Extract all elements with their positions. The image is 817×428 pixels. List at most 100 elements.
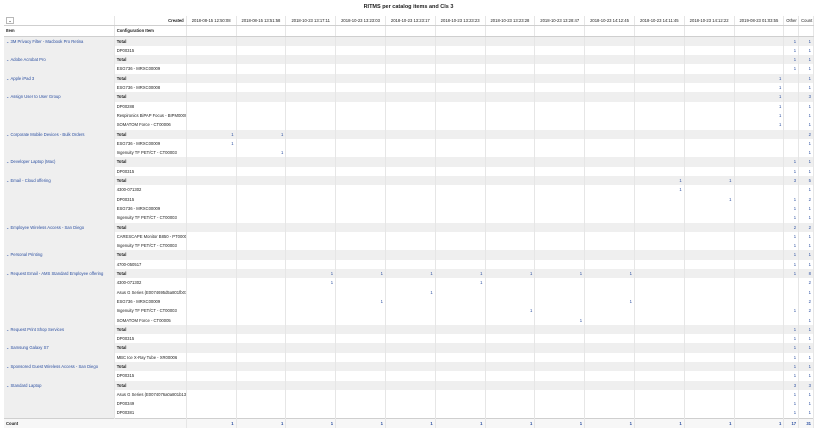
other-cell[interactable]: 1 bbox=[783, 324, 800, 335]
value-cell[interactable]: 1 bbox=[236, 148, 287, 158]
other-cell[interactable]: 1 bbox=[783, 343, 800, 353]
catalog-item-cell[interactable]: ⌄Sponsored Guest Wireless Access - San D… bbox=[4, 361, 115, 381]
count-cell[interactable]: 2 bbox=[798, 278, 814, 288]
catalog-item-cell[interactable]: ⌄Request Print Shop Services bbox=[4, 324, 115, 344]
value-cell[interactable]: 1 bbox=[684, 176, 735, 186]
catalog-item-link[interactable]: Request Email - AMS Standard Employee of… bbox=[11, 271, 104, 276]
date-column-header[interactable]: 2019-08-23 01:03:55 bbox=[734, 16, 785, 27]
count-cell[interactable]: 1 bbox=[798, 287, 814, 297]
other-cell[interactable]: 1 bbox=[783, 389, 800, 400]
date-column-header[interactable]: 2018-10-23 13:23:23 bbox=[435, 16, 486, 27]
count-cell[interactable]: 1 bbox=[798, 315, 814, 325]
chevron-down-icon[interactable]: ⌄ bbox=[6, 178, 10, 183]
value-cell[interactable]: 1 bbox=[335, 296, 386, 307]
catalog-item-link[interactable]: Adobe Acrobat Pro bbox=[11, 57, 46, 62]
catalog-item-cell[interactable]: ⌄Employee Wireless Access - San Diego bbox=[4, 222, 115, 251]
count-cell[interactable]: 8 bbox=[798, 269, 814, 279]
count-cell[interactable]: 1 bbox=[798, 408, 814, 419]
value-cell[interactable]: 1 bbox=[435, 278, 486, 288]
date-column-header[interactable]: 2018-10-23 13:23:03 bbox=[335, 16, 386, 27]
other-cell[interactable]: 3 bbox=[783, 176, 800, 186]
item-header[interactable]: Item bbox=[4, 25, 115, 37]
other-cell[interactable]: 1 bbox=[783, 203, 800, 214]
value-cell[interactable]: 1 bbox=[734, 101, 785, 111]
other-cell[interactable]: 1 bbox=[783, 334, 800, 344]
date-column-header[interactable]: 2018-10-23 14:11:45 bbox=[634, 16, 685, 27]
value-cell[interactable]: 1 bbox=[734, 73, 785, 84]
value-cell[interactable]: 1 bbox=[734, 110, 785, 121]
other-cell[interactable]: 1 bbox=[783, 306, 800, 316]
count-cell[interactable]: 1 bbox=[798, 213, 814, 223]
other-column-header[interactable]: Other bbox=[783, 16, 800, 27]
count-cell[interactable]: 1 bbox=[798, 334, 814, 344]
value-cell[interactable]: 1 bbox=[634, 176, 685, 186]
catalog-item-link[interactable]: Sponsored Guest Wireless Access - San Di… bbox=[11, 364, 99, 369]
chevron-down-icon[interactable]: ⌄ bbox=[6, 76, 10, 81]
other-cell[interactable]: 1 bbox=[783, 55, 800, 65]
catalog-item-cell[interactable]: ⌄Assign User to User Group bbox=[4, 92, 115, 130]
other-cell[interactable]: 1 bbox=[783, 371, 800, 381]
chevron-down-icon[interactable]: ⌄ bbox=[6, 327, 10, 332]
chevron-down-icon[interactable]: ⌄ bbox=[6, 271, 10, 276]
count-cell[interactable]: 1 bbox=[798, 343, 814, 353]
catalog-item-cell[interactable]: ⌄Apple iPad 3 bbox=[4, 73, 115, 93]
count-cell[interactable]: 2 bbox=[798, 222, 814, 232]
count-cell[interactable]: 5 bbox=[798, 176, 814, 186]
other-cell[interactable]: 1 bbox=[783, 352, 800, 362]
count-cell[interactable]: 2 bbox=[798, 129, 814, 139]
catalog-item-cell[interactable]: ⌄3M Privacy Filter - Macbook Pro Retina bbox=[4, 36, 115, 56]
count-cell[interactable]: 1 bbox=[798, 157, 814, 167]
chevron-down-icon[interactable]: ⌄ bbox=[6, 383, 10, 388]
configuration-item-header[interactable]: Configuration Item bbox=[114, 25, 187, 37]
count-cell[interactable]: 1 bbox=[798, 64, 814, 74]
catalog-item-cell[interactable]: ⌄Standard Laptop bbox=[4, 380, 115, 419]
catalog-item-link[interactable]: 3M Privacy Filter - Macbook Pro Retina bbox=[11, 39, 84, 44]
other-cell[interactable]: 1 bbox=[783, 157, 800, 167]
chevron-down-icon[interactable]: ⌄ bbox=[6, 252, 10, 257]
catalog-item-cell[interactable]: ⌄Samsung Galaxy S7 bbox=[4, 343, 115, 362]
chevron-down-icon[interactable]: ⌄ bbox=[6, 132, 10, 137]
value-cell[interactable]: 1 bbox=[485, 306, 536, 316]
catalog-item-link[interactable]: Request Print Shop Services bbox=[11, 327, 65, 332]
catalog-item-cell[interactable]: ⌄Personal Printing bbox=[4, 250, 115, 270]
value-cell[interactable]: 1 bbox=[335, 269, 386, 279]
catalog-item-link[interactable]: Samsung Galaxy S7 bbox=[11, 345, 49, 350]
value-cell[interactable]: 1 bbox=[285, 278, 337, 288]
date-column-header[interactable]: 2018-10-23 13:23:28 bbox=[485, 16, 536, 27]
value-cell[interactable]: 1 bbox=[684, 194, 735, 204]
count-cell[interactable]: 2 bbox=[798, 306, 814, 316]
count-cell[interactable]: 1 bbox=[798, 371, 814, 381]
date-column-header[interactable]: 2018-08-15 12:50:08 bbox=[186, 16, 237, 27]
created-header[interactable]: Created bbox=[114, 16, 187, 27]
count-cell[interactable]: 1 bbox=[798, 83, 814, 93]
count-cell[interactable]: 1 bbox=[798, 36, 814, 46]
other-cell[interactable]: 1 bbox=[783, 269, 800, 279]
catalog-item-cell[interactable]: ⌄Adobe Acrobat Pro bbox=[4, 55, 115, 74]
count-cell[interactable]: 1 bbox=[798, 55, 814, 65]
other-cell[interactable]: 1 bbox=[783, 399, 800, 409]
other-cell[interactable]: 1 bbox=[783, 231, 800, 242]
value-cell[interactable]: 1 bbox=[584, 269, 635, 279]
date-column-header[interactable]: 2018-10-23 14:12:22 bbox=[684, 16, 735, 27]
value-cell[interactable]: 1 bbox=[634, 185, 685, 195]
value-cell[interactable]: 1 bbox=[734, 83, 785, 93]
catalog-item-link[interactable]: Personal Printing bbox=[11, 252, 43, 257]
catalog-item-link[interactable]: Assign User to User Group bbox=[11, 94, 61, 99]
other-cell[interactable]: 1 bbox=[783, 241, 800, 251]
count-cell[interactable]: 1 bbox=[798, 241, 814, 251]
chevron-down-icon[interactable]: ⌄ bbox=[6, 364, 10, 369]
count-column-header[interactable]: Count bbox=[798, 16, 814, 27]
count-cell[interactable]: 1 bbox=[798, 259, 814, 270]
count-cell[interactable]: 1 bbox=[798, 110, 814, 121]
other-cell[interactable]: 1 bbox=[783, 361, 800, 372]
count-cell[interactable]: 1 bbox=[798, 361, 814, 372]
chevron-down-icon[interactable]: ⌄ bbox=[6, 39, 10, 44]
count-cell[interactable]: 1 bbox=[798, 138, 814, 149]
other-cell[interactable]: 1 bbox=[783, 194, 800, 204]
value-cell[interactable]: 1 bbox=[485, 269, 536, 279]
catalog-item-cell[interactable]: ⌄Corporate Mobile Devices - Bulk Orders bbox=[4, 129, 115, 158]
value-cell[interactable]: 1 bbox=[435, 269, 486, 279]
catalog-item-link[interactable]: Email - Cloud offering bbox=[11, 178, 51, 183]
value-cell[interactable]: 1 bbox=[584, 296, 635, 307]
other-cell[interactable]: 1 bbox=[783, 250, 800, 260]
